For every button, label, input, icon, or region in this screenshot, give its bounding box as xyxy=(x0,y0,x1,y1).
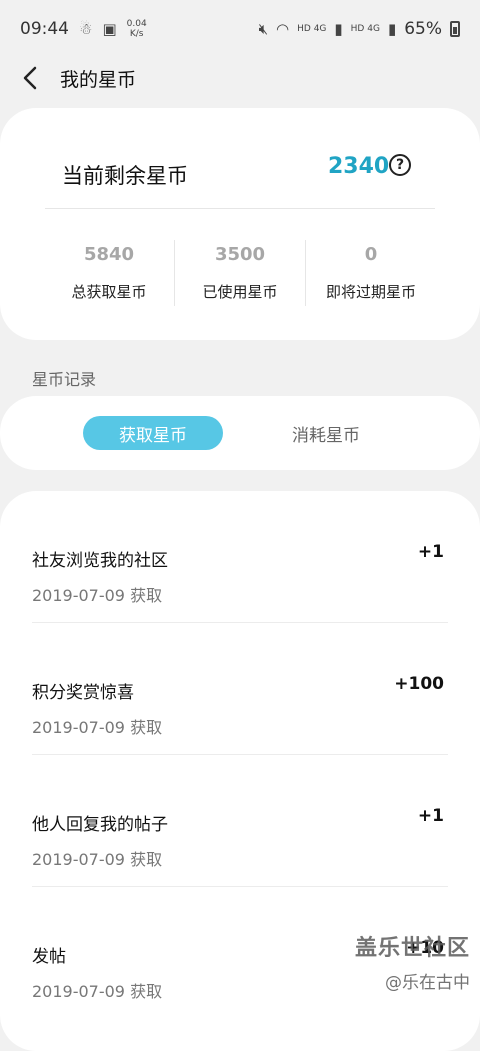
stat-label: 总获取星币 xyxy=(71,283,147,301)
list-item[interactable]: 积分奖赏惊喜 2019-07-09 获取 +100 xyxy=(32,623,448,755)
app-header: 我的星币 xyxy=(0,58,480,98)
watermark: 盖乐世社区 @乐在古中 xyxy=(355,930,470,993)
status-bar: 09:44 ☃ ▣ 0.04 K/s 🔇︎ ◠ HD 4G ▮ HD 4G ▮ … xyxy=(0,0,480,58)
summary-card: 当前剩余星币 2340 ? 5840 总获取星币 3500 已使用星币 0 即将… xyxy=(0,108,480,340)
stat-total-earned: 5840 总获取星币 xyxy=(44,240,174,306)
stat-label: 即将过期星币 xyxy=(325,283,416,301)
sim1-net: 4G xyxy=(313,24,327,34)
records-tabs: 获取星币 消耗星币 xyxy=(0,396,480,470)
net-speed-unit: K/s xyxy=(129,29,144,39)
signal-icon-2: ▮ xyxy=(387,20,397,38)
record-amount: +1 xyxy=(417,542,444,562)
record-amount: +100 xyxy=(394,674,444,694)
stat-value: 0 xyxy=(364,244,378,265)
battery-percent: 65% xyxy=(404,19,442,39)
wifi-icon: ◠ xyxy=(276,20,290,38)
notification-icon: ☃ xyxy=(79,20,93,38)
list-item[interactable]: 他人回复我的帖子 2019-07-09 获取 +1 xyxy=(32,755,448,887)
stats-row: 5840 总获取星币 3500 已使用星币 0 即将过期星币 xyxy=(44,240,436,306)
watermark-main: 盖乐世社区 xyxy=(354,936,470,961)
record-title: 发帖 xyxy=(32,947,66,967)
record-title: 社友浏览我的社区 xyxy=(32,551,168,571)
net-speed: 0.04 K/s xyxy=(127,19,147,39)
record-title: 积分奖赏惊喜 xyxy=(32,683,134,703)
stat-value: 3500 xyxy=(214,244,266,265)
stat-label: 已使用星币 xyxy=(202,283,278,301)
records-section-title: 星币记录 xyxy=(32,370,97,389)
stat-used: 3500 已使用星币 xyxy=(174,240,305,306)
mute-icon: 🔇︎ xyxy=(258,20,269,38)
status-time: 09:44 xyxy=(20,19,69,39)
current-balance-value: 2340 xyxy=(328,154,390,179)
battery-icon xyxy=(450,21,460,37)
sim2-net: 4G xyxy=(367,24,380,34)
record-date: 2019-07-09 获取 xyxy=(32,982,163,1001)
sim1-hd: HD xyxy=(297,24,311,34)
current-balance-label: 当前剩余星币 xyxy=(62,164,188,188)
tab-spent[interactable]: 消耗星币 xyxy=(256,416,396,450)
sim1-indicator: HD 4G xyxy=(297,24,326,34)
tab-earned[interactable]: 获取星币 xyxy=(83,416,223,450)
watermark-sub: @乐在古中 xyxy=(385,973,470,993)
record-date: 2019-07-09 获取 xyxy=(32,850,163,869)
record-amount: +1 xyxy=(417,806,444,826)
stat-expiring: 0 即将过期星币 xyxy=(305,240,436,306)
chevron-left-icon xyxy=(23,66,37,90)
signal-icon: ▮ xyxy=(334,20,343,38)
page-title: 我的星币 xyxy=(60,68,137,91)
image-icon: ▣ xyxy=(102,20,117,38)
card-divider xyxy=(45,208,435,209)
list-item[interactable]: 社友浏览我的社区 2019-07-09 获取 +1 xyxy=(32,491,448,623)
back-button[interactable] xyxy=(18,66,42,90)
sim2-hd: HD xyxy=(350,24,365,34)
record-title: 他人回复我的帖子 xyxy=(32,815,168,835)
sim2-indicator: HD 4G xyxy=(351,24,380,34)
net-speed-value: 0.04 xyxy=(126,19,147,29)
help-icon[interactable]: ? xyxy=(389,154,411,176)
record-date: 2019-07-09 获取 xyxy=(32,586,163,605)
stat-value: 5840 xyxy=(83,244,135,265)
record-date: 2019-07-09 获取 xyxy=(32,718,163,737)
